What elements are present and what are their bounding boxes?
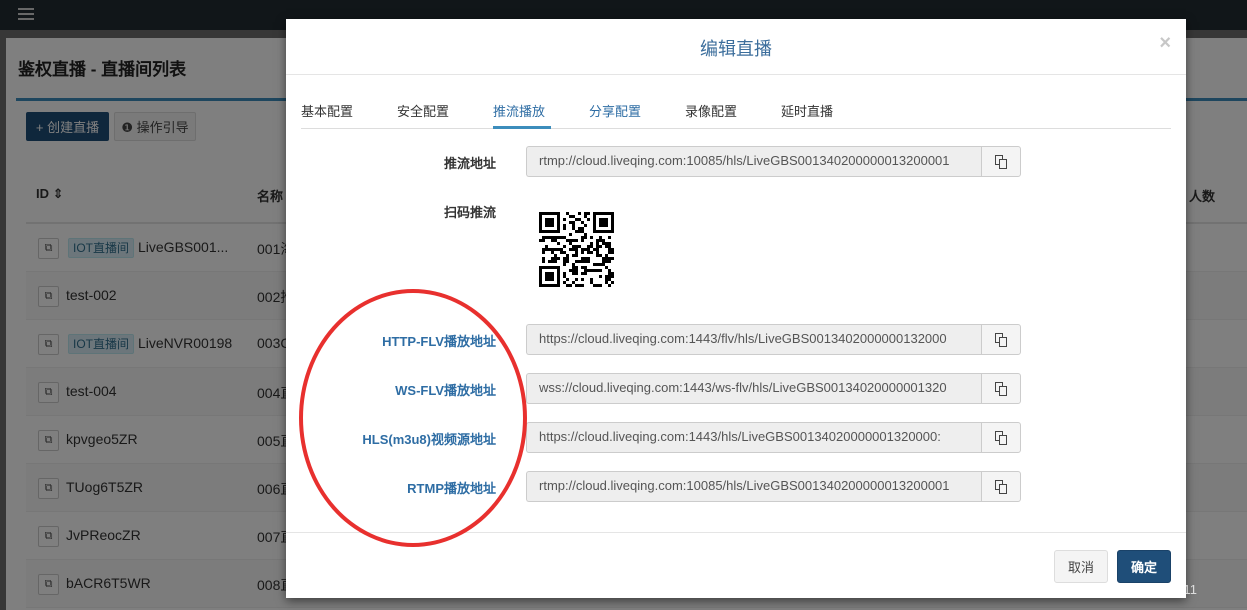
- tab-security-config[interactable]: 安全配置: [397, 101, 449, 120]
- copy-ws-flv-button[interactable]: [981, 373, 1021, 404]
- tab-bar: 基本配置 安全配置 推流播放 分享配置 录像配置 延时直播: [301, 99, 1171, 129]
- ws-flv-url-field[interactable]: wss://cloud.liveqing.com:1443/ws-flv/hls…: [526, 373, 982, 404]
- rtmp-url-field[interactable]: rtmp://cloud.liveqing.com:10085/hls/Live…: [526, 471, 982, 502]
- copy-icon: [994, 430, 1008, 445]
- copy-icon: [994, 332, 1008, 347]
- push-url-label: 推流地址: [443, 156, 496, 171]
- http-flv-url-field[interactable]: https://cloud.liveqing.com:1443/flv/hls/…: [526, 324, 982, 355]
- tab-basic-config[interactable]: 基本配置: [301, 101, 353, 120]
- push-url-field[interactable]: rtmp://cloud.liveqing.com:10085/hls/Live…: [526, 146, 982, 177]
- copy-icon: [994, 479, 1008, 494]
- confirm-button[interactable]: 确定: [1117, 550, 1171, 583]
- tab-push-play[interactable]: 推流播放: [493, 101, 545, 120]
- modal-header: 编辑直播 ×: [286, 19, 1186, 75]
- copy-icon: [994, 381, 1008, 396]
- tab-delay-live[interactable]: 延时直播: [781, 101, 833, 120]
- close-icon[interactable]: ×: [1159, 32, 1171, 55]
- tab-share-config[interactable]: 分享配置: [589, 101, 641, 120]
- hls-url-field[interactable]: https://cloud.liveqing.com:1443/hls/Live…: [526, 422, 982, 453]
- scan-push-label: 扫码推流: [443, 205, 496, 220]
- annotation-circle: [299, 289, 527, 547]
- active-tab-indicator: [493, 126, 551, 129]
- copy-http-flv-button[interactable]: [981, 324, 1021, 355]
- copy-rtmp-button[interactable]: [981, 471, 1021, 502]
- copy-icon: [994, 154, 1008, 169]
- watermark: https://blog.csdn.net/Marvin1311: [1010, 582, 1197, 597]
- tab-record-config[interactable]: 录像配置: [685, 101, 737, 120]
- cancel-button[interactable]: 取消: [1054, 550, 1108, 583]
- modal-title: 编辑直播: [700, 39, 772, 59]
- push-qr-code: [539, 212, 614, 287]
- copy-push-url-button[interactable]: [981, 146, 1021, 177]
- copy-hls-button[interactable]: [981, 422, 1021, 453]
